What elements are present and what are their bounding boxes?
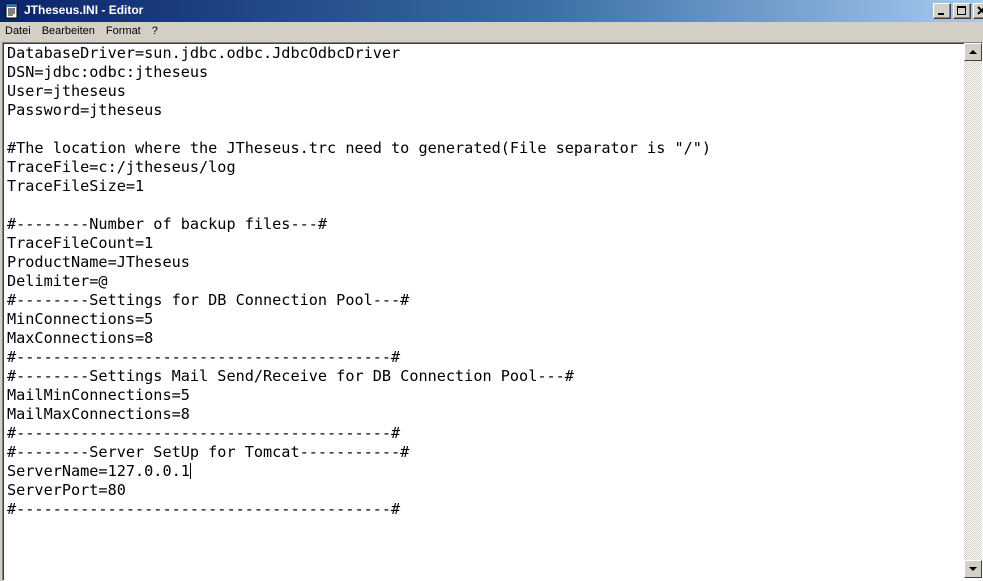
editor-line-text: DSN=jdbc:odbc:jtheseus: [7, 63, 209, 81]
menu-datei[interactable]: Datei: [0, 22, 37, 41]
editor-line[interactable]: TraceFileCount=1: [7, 234, 961, 253]
editor-line-text: #--------Server SetUp for Tomcat--------…: [7, 443, 410, 461]
editor-window: JTheseus.INI - Editor Datei Bearbeiten Fo: [0, 0, 983, 581]
editor-line-text: Delimiter=@: [7, 272, 108, 290]
window-title: JTheseus.INI - Editor: [24, 3, 144, 17]
editor-line-text: User=jtheseus: [7, 82, 126, 100]
maximize-icon: [957, 6, 966, 15]
menu-bar: Datei Bearbeiten Format?: [0, 22, 983, 41]
editor-line-text: DatabaseDriver=sun.jdbc.odbc.JdbcOdbcDri…: [7, 44, 401, 62]
editor-line[interactable]: DSN=jdbc:odbc:jtheseus: [7, 63, 961, 82]
text-editor[interactable]: DatabaseDriver=sun.jdbc.odbc.JdbcOdbcDri…: [2, 42, 983, 581]
editor-line-text: #---------------------------------------…: [7, 500, 401, 518]
editor-line-text: TraceFile=c:/jtheseus/log: [7, 158, 236, 176]
editor-line-text: ProductName=JTheseus: [7, 253, 190, 271]
editor-line[interactable]: User=jtheseus: [7, 82, 961, 101]
editor-line-text: TraceFileCount=1: [7, 234, 154, 252]
editor-line[interactable]: ServerName=127.0.0.1: [7, 462, 961, 481]
vertical-scrollbar[interactable]: [964, 43, 982, 578]
editor-line[interactable]: TraceFile=c:/jtheseus/log: [7, 158, 961, 177]
editor-line-text: #--------Settings for DB Connection Pool…: [7, 291, 410, 309]
editor-line-text: #The location where the JTheseus.trc nee…: [7, 139, 712, 157]
minimize-button[interactable]: [933, 3, 951, 19]
editor-line[interactable]: ProductName=JTheseus: [7, 253, 961, 272]
menu-format[interactable]: Format: [101, 22, 147, 41]
editor-line[interactable]: #---------------------------------------…: [7, 348, 961, 367]
scroll-down-button[interactable]: [964, 560, 982, 578]
close-button[interactable]: [973, 3, 983, 19]
editor-line[interactable]: TraceFileSize=1: [7, 177, 961, 196]
editor-line-text: MinConnections=5: [7, 310, 154, 328]
editor-line[interactable]: #--------Server SetUp for Tomcat--------…: [7, 443, 961, 462]
editor-line[interactable]: #--------Number of backup files---#: [7, 215, 961, 234]
notepad-icon: [5, 3, 18, 19]
editor-line-text: #--------Number of backup files---#: [7, 215, 328, 233]
caption-buttons: [931, 3, 983, 19]
editor-line[interactable]: MaxConnections=8: [7, 329, 961, 348]
arrow-down-icon: [969, 567, 977, 571]
menu-bearbeiten[interactable]: Bearbeiten: [37, 22, 101, 41]
title-bar[interactable]: JTheseus.INI - Editor: [0, 0, 983, 22]
scroll-up-button[interactable]: [964, 43, 982, 61]
editor-line-text: #--------Settings Mail Send/Receive for …: [7, 367, 574, 385]
editor-line[interactable]: [7, 120, 961, 139]
editor-line[interactable]: MinConnections=5: [7, 310, 961, 329]
editor-line-text: MailMaxConnections=8: [7, 405, 190, 423]
maximize-button[interactable]: [953, 3, 971, 19]
editor-line[interactable]: ServerPort=80: [7, 481, 961, 500]
editor-line-text: #---------------------------------------…: [7, 348, 401, 366]
editor-line-text: ServerName=127.0.0.1: [7, 462, 190, 480]
editor-line[interactable]: MailMaxConnections=8: [7, 405, 961, 424]
arrow-up-icon: [969, 50, 977, 54]
editor-line[interactable]: MailMinConnections=5: [7, 386, 961, 405]
close-icon: [977, 6, 983, 15]
editor-line-text: ServerPort=80: [7, 481, 126, 499]
editor-line[interactable]: #---------------------------------------…: [7, 500, 961, 519]
editor-line[interactable]: [7, 196, 961, 215]
editor-line[interactable]: #The location where the JTheseus.trc nee…: [7, 139, 961, 158]
editor-line[interactable]: #--------Settings Mail Send/Receive for …: [7, 367, 961, 386]
editor-line[interactable]: Password=jtheseus: [7, 101, 961, 120]
editor-line-text: Password=jtheseus: [7, 101, 163, 119]
editor-line[interactable]: DatabaseDriver=sun.jdbc.odbc.JdbcOdbcDri…: [7, 44, 961, 63]
editor-line[interactable]: Delimiter=@: [7, 272, 961, 291]
editor-line-text: MaxConnections=8: [7, 329, 154, 347]
editor-line-text: #---------------------------------------…: [7, 424, 401, 442]
editor-line[interactable]: #---------------------------------------…: [7, 424, 961, 443]
menu-help[interactable]: ?: [147, 22, 164, 41]
editor-line-text: TraceFileSize=1: [7, 177, 145, 195]
text-caret: [189, 463, 191, 479]
editor-line-text: MailMinConnections=5: [7, 386, 190, 404]
editor-text-area[interactable]: DatabaseDriver=sun.jdbc.odbc.JdbcOdbcDri…: [7, 44, 961, 578]
minimize-icon: [938, 13, 944, 15]
editor-line[interactable]: #--------Settings for DB Connection Pool…: [7, 291, 961, 310]
